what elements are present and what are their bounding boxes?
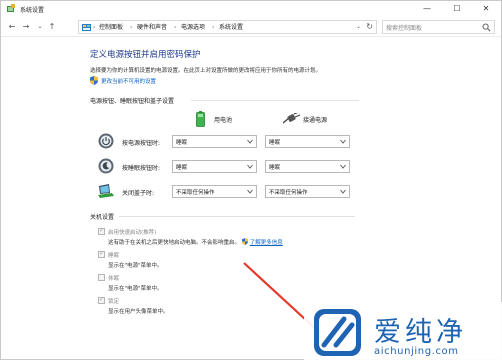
recent-locations-button[interactable]: ⌄ [35, 21, 45, 33]
watermark: 爱纯净 aichunjing.com [304, 302, 502, 360]
column-header-battery: 用电池 [214, 117, 233, 124]
power-buttons-section-title: 电源按钮、睡眠按钮和盖子设置 [90, 98, 175, 105]
search-icon[interactable] [482, 23, 491, 32]
breadcrumb-system-settings[interactable]: 系统设置 [219, 23, 243, 32]
sleep-label: 睡眠 [108, 253, 120, 259]
watermark-title: 爱纯净 [374, 317, 467, 348]
laptop-lid-icon [98, 184, 114, 198]
power-button-icon [98, 133, 114, 149]
breadcrumb-control-panel[interactable]: 控制面板 [99, 23, 123, 32]
checkmark-icon: ✓ [99, 250, 105, 257]
lock-checkbox[interactable]: ✓ [98, 296, 105, 304]
hibernate-description: 显示在"电源"菜单中。 [108, 286, 163, 292]
change-unavailable-settings-label[interactable]: 更改当前不可用的设置 [101, 77, 156, 85]
back-button[interactable]: ← [7, 21, 17, 33]
section-divider [119, 216, 355, 217]
lid-close-plugged-select[interactable]: 不采取任何操作 [265, 185, 350, 198]
uac-shield-icon [90, 76, 98, 85]
fast-startup-label: 启用快速启动(推荐) [108, 230, 157, 236]
sleep-button-battery-select[interactable]: 睡眠 [172, 160, 257, 173]
refresh-icon[interactable]: ↻ [366, 22, 373, 31]
checkmark-icon: ✓ [99, 227, 105, 234]
fast-startup-description: 这有助于在关机之后更快地启动电脑。不会影响重启。 了解更多信息 [108, 238, 283, 246]
breadcrumb-hardware-sound[interactable]: 硬件和声音 [137, 23, 167, 32]
page-description: 选择要为你的计算机设置的电源设置。在此页上对设置所做的更改将应用于你所有的电源计… [90, 68, 322, 74]
fast-startup-checkbox[interactable]: ✓ [98, 227, 105, 235]
sleep-button-label: 按睡眠按钮时: [122, 165, 161, 172]
navigation-bar: ← → ⌄ ↑ › 控制面板 › 硬件和声音 › 电源选项 › 系统设置 ⌄ ↻… [1, 17, 501, 37]
search-box[interactable]: 搜索控制面板 [382, 20, 495, 34]
lid-close-label: 关闭盖子时: [122, 190, 155, 197]
learn-more-link[interactable]: 了解更多信息 [250, 240, 283, 246]
column-header-plugged-in: 接通电源 [303, 117, 328, 124]
hibernate-label: 休眠 [108, 276, 120, 282]
hibernate-checkbox[interactable] [98, 274, 105, 281]
close-button[interactable]: ✕ [471, 1, 501, 17]
shutdown-settings-section-title: 关机设置 [90, 214, 115, 221]
page-title: 定义电源按钮并启用密码保护 [90, 50, 201, 60]
checkmark-icon: ✓ [99, 296, 105, 303]
control-panel-icon [82, 24, 91, 31]
battery-icon [196, 111, 205, 127]
window-title: 系统设置 [20, 7, 45, 14]
breadcrumb-separator: › [212, 24, 215, 31]
address-bar[interactable]: › 控制面板 › 硬件和声音 › 电源选项 › 系统设置 ⌄ ↻ [78, 20, 377, 34]
watermark-url: aichunjing.com [374, 346, 459, 357]
title-bar: 系统设置 — ☐ ✕ [1, 1, 501, 17]
up-button[interactable]: ↑ [47, 21, 57, 33]
sleep-button-plugged-value: 睡眠 [269, 165, 281, 171]
lid-close-battery-value: 不采取任何操作 [176, 190, 215, 196]
minimize-button[interactable]: — [412, 1, 442, 17]
chevron-down-icon [340, 139, 346, 144]
sleep-button-plugged-select[interactable]: 睡眠 [265, 160, 350, 173]
breadcrumb-power-options[interactable]: 电源选项 [181, 23, 205, 32]
chevron-down-icon [340, 189, 346, 194]
address-dropdown-icon[interactable]: ⌄ [356, 23, 361, 30]
lock-label: 锁定 [108, 299, 120, 305]
breadcrumb-separator: › [130, 24, 133, 31]
chevron-down-icon [247, 164, 253, 169]
lock-description: 显示在用户头像菜单中。 [108, 309, 169, 315]
sleep-checkbox[interactable]: ✓ [98, 250, 105, 258]
sleep-button-icon [98, 158, 114, 174]
sleep-button-battery-value: 睡眠 [176, 165, 188, 171]
breadcrumb-separator: › [174, 24, 177, 31]
chevron-down-icon [247, 189, 253, 194]
power-options-app-icon [7, 4, 15, 12]
aichunjing-logo-icon [314, 309, 361, 356]
fast-startup-desc-text: 这有助于在关机之后更快地启动电脑。不会影响重启。 [108, 240, 241, 246]
lid-close-battery-select[interactable]: 不采取任何操作 [172, 185, 257, 198]
power-button-label: 按电源按钮时: [122, 140, 161, 147]
chevron-down-icon [340, 164, 346, 169]
lid-close-plugged-value: 不采取任何操作 [269, 190, 308, 196]
maximize-button[interactable]: ☐ [442, 1, 472, 17]
uac-shield-icon [241, 238, 248, 245]
section-divider [191, 100, 359, 101]
chevron-down-icon [247, 139, 253, 144]
power-button-plugged-select[interactable]: 睡眠 [265, 135, 350, 148]
sleep-description: 显示在"电源"菜单中。 [108, 263, 163, 269]
breadcrumb-separator: › [93, 24, 96, 31]
power-button-battery-select[interactable]: 睡眠 [172, 135, 257, 148]
forward-button[interactable]: → [21, 21, 31, 33]
search-placeholder: 搜索控制面板 [386, 25, 423, 32]
power-button-plugged-value: 睡眠 [269, 140, 281, 146]
system-settings-window: 系统设置 — ☐ ✕ ← → ⌄ ↑ › 控制面板 › 硬件和声音 › 电源选项… [0, 0, 502, 360]
power-plug-icon [283, 113, 301, 124]
power-button-battery-value: 睡眠 [176, 140, 188, 146]
